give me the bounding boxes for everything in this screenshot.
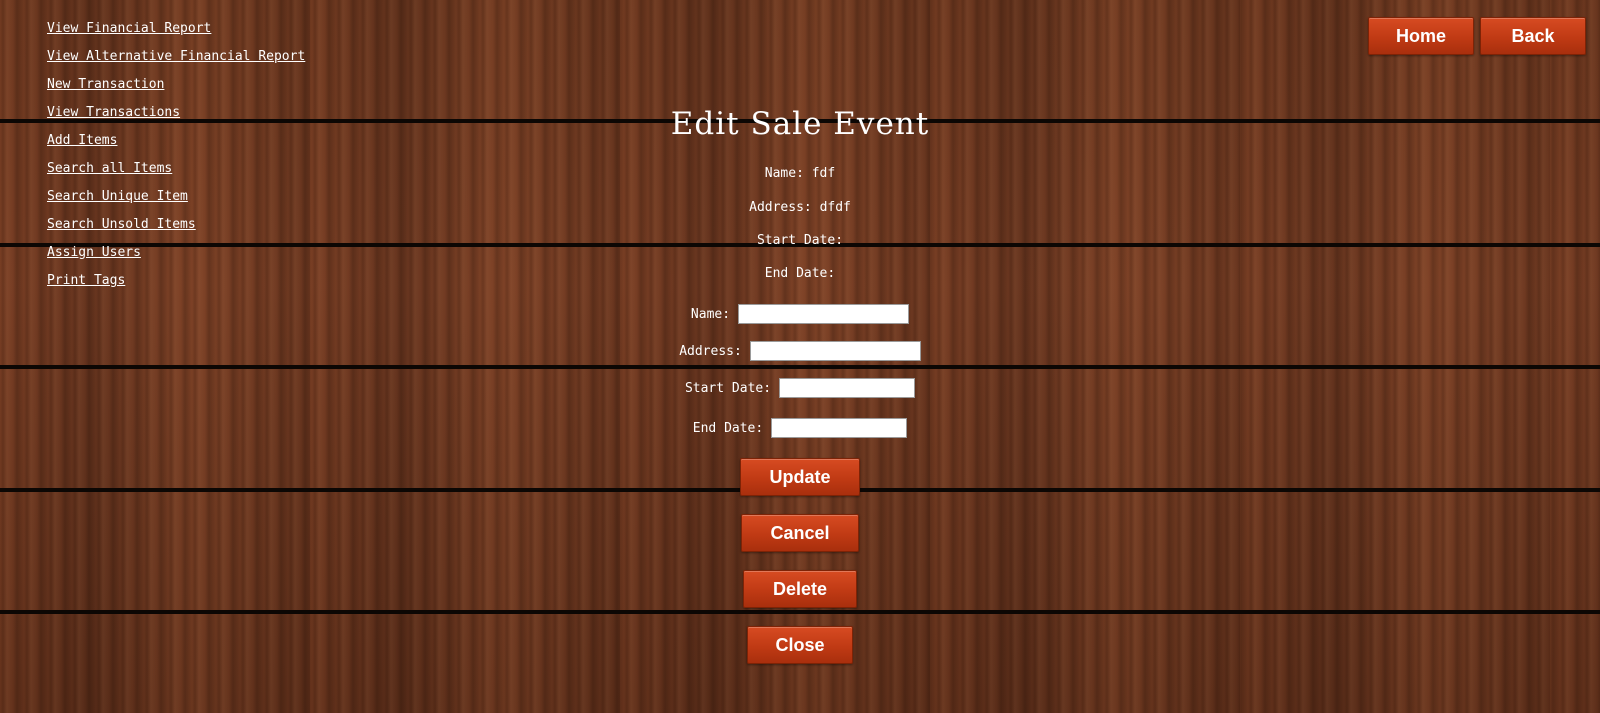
- page-title: Edit Sale Event: [670, 106, 930, 142]
- end-date-field[interactable]: [771, 418, 908, 438]
- current-name-text: Name: fdf: [764, 166, 836, 181]
- address-field[interactable]: [749, 341, 921, 361]
- name-field[interactable]: [738, 304, 910, 324]
- current-address-text: Address: dfdf: [749, 200, 851, 215]
- sidebar-link-view-alternative-financial-report[interactable]: View Alternative Financial Report: [47, 43, 305, 71]
- sidebar-link-view-financial-report[interactable]: View Financial Report: [47, 15, 305, 43]
- back-button[interactable]: Back: [1480, 17, 1586, 55]
- name-field-label: Name:: [690, 306, 731, 322]
- address-form-row: Address:: [0, 341, 1600, 361]
- top-nav-buttons: Home Back: [1368, 17, 1586, 55]
- sidebar-nav: View Financial Report View Alternative F…: [47, 15, 305, 295]
- end-date-field-label: End Date:: [692, 420, 764, 436]
- start-date-field[interactable]: [779, 378, 916, 398]
- delete-button[interactable]: Delete: [743, 570, 857, 608]
- sidebar-link-new-transaction[interactable]: New Transaction: [47, 71, 305, 99]
- end-date-form-row: End Date:: [0, 418, 1600, 438]
- address-field-label: Address:: [679, 343, 742, 359]
- current-end-date-text: End Date:: [764, 266, 836, 281]
- start-date-form-row: Start Date:: [0, 378, 1600, 398]
- current-start-date-text: Start Date:: [756, 233, 844, 248]
- name-form-row: Name:: [0, 304, 1600, 324]
- update-button[interactable]: Update: [740, 458, 860, 496]
- home-button[interactable]: Home: [1368, 17, 1474, 55]
- close-button[interactable]: Close: [747, 626, 853, 664]
- start-date-field-label: Start Date:: [684, 380, 772, 396]
- cancel-button[interactable]: Cancel: [741, 514, 859, 552]
